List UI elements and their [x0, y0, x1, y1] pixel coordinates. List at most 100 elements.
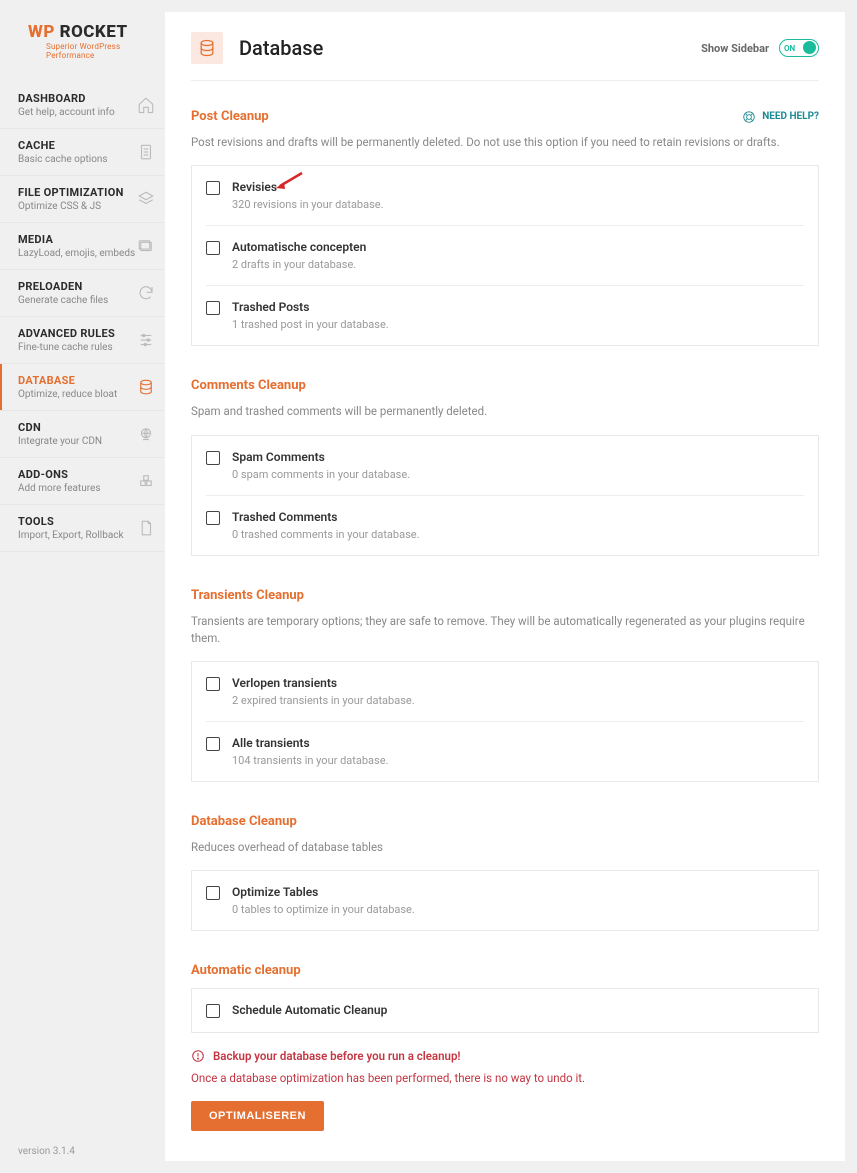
section-transients-cleanup: Transients Cleanup Transients are tempor… [191, 588, 819, 783]
nav-desc: Integrate your CDN [18, 436, 102, 447]
checkbox-auto-concepten[interactable] [206, 241, 220, 255]
database-cleanup-box: Optimize Tables 0 tables to optimize in … [191, 870, 819, 931]
section-database-cleanup: Database Cleanup Reduces overhead of dat… [191, 814, 819, 931]
section-title: Comments Cleanup [191, 378, 306, 393]
nav-desc: Import, Export, Rollback [18, 530, 124, 541]
checkbox-optimize-tables[interactable] [206, 886, 220, 900]
show-sidebar-label: Show Sidebar [701, 42, 769, 55]
checkbox-spam-comments[interactable] [206, 451, 220, 465]
toggle-knob [803, 41, 816, 54]
logo: WP ROCKET Superior WordPress Performance [0, 0, 165, 82]
nav-desc: Generate cache files [18, 295, 108, 306]
nav-title: FILE OPTIMIZATION [18, 186, 124, 199]
nav-tools[interactable]: TOOLS Import, Export, Rollback [0, 505, 165, 552]
help-icon [742, 110, 756, 124]
logo-rocket: ROCKET [55, 22, 128, 42]
nav-cache[interactable]: CACHE Basic cache options [0, 129, 165, 176]
post-cleanup-box: Revisies 320 revisions in your database.… [191, 165, 819, 346]
nav-desc: LazyLoad, emojis, embeds [18, 248, 135, 259]
nav-preloaden[interactable]: PRELOADEN Generate cache files [0, 270, 165, 317]
row-trashed-posts: Trashed Posts 1 trashed post in your dat… [206, 286, 804, 345]
nav-advanced-rules[interactable]: ADVANCED RULES Fine-tune cache rules [0, 317, 165, 364]
nav-title: DASHBOARD [18, 92, 115, 105]
transients-cleanup-box: Verlopen transients 2 expired transients… [191, 661, 819, 782]
row-title: Automatische concepten [232, 240, 366, 254]
nav-desc: Optimize CSS & JS [18, 201, 124, 212]
nav-title: CACHE [18, 139, 108, 152]
images-icon [137, 237, 155, 255]
section-automatic-cleanup: Automatic cleanup Schedule Automatic Cle… [191, 963, 819, 1033]
row-all-transients: Alle transients 104 transients in your d… [206, 722, 804, 781]
section-desc: Reduces overhead of database tables [191, 839, 819, 856]
sidebar: WP ROCKET Superior WordPress Performance… [0, 0, 165, 1173]
nav-database[interactable]: DATABASE Optimize, reduce bloat [0, 364, 165, 411]
warning-subtext: Once a database optimization has been pe… [191, 1071, 819, 1085]
section-desc: Spam and trashed comments will be perman… [191, 403, 819, 420]
section-desc: Post revisions and drafts will be perman… [191, 134, 819, 151]
nav-desc: Optimize, reduce bloat [18, 389, 117, 400]
checkbox-revisies[interactable] [206, 181, 220, 195]
checkbox-trashed-comments[interactable] [206, 511, 220, 525]
row-title: Trashed Posts [232, 300, 389, 314]
section-post-cleanup: Post Cleanup NEED HELP? Post revisions a… [191, 109, 819, 346]
logo-wp: WP [28, 22, 55, 42]
file-icon [137, 519, 155, 537]
puzzle-icon [137, 472, 155, 490]
nav-cdn[interactable]: CDN Integrate your CDN [0, 411, 165, 458]
checkbox-schedule-cleanup[interactable] [206, 1004, 220, 1018]
show-sidebar-toggle[interactable]: ON [779, 39, 819, 57]
toggle-label: ON [784, 44, 795, 53]
need-help-link[interactable]: NEED HELP? [742, 110, 819, 124]
row-title: Verlopen transients [232, 676, 415, 690]
nav-addons[interactable]: ADD-ONS Add more features [0, 458, 165, 505]
row-desc: 104 transients in your database. [232, 754, 388, 767]
checkbox-expired-transients[interactable] [206, 677, 220, 691]
document-icon [137, 143, 155, 161]
row-schedule-cleanup: Schedule Automatic Cleanup [206, 989, 804, 1032]
checkbox-trashed-posts[interactable] [206, 301, 220, 315]
page-title: Database [239, 36, 323, 60]
row-title: Trashed Comments [232, 510, 419, 524]
warning-icon [191, 1049, 205, 1063]
row-title: Revisies [232, 180, 384, 194]
section-title: Transients Cleanup [191, 588, 304, 603]
nav-dashboard[interactable]: DASHBOARD Get help, account info [0, 82, 165, 129]
section-title: Automatic cleanup [191, 963, 301, 978]
section-comments-cleanup: Comments Cleanup Spam and trashed commen… [191, 378, 819, 555]
checkbox-all-transients[interactable] [206, 737, 220, 751]
row-title: Alle transients [232, 736, 388, 750]
nav-desc: Add more features [18, 483, 100, 494]
section-title: Post Cleanup [191, 109, 269, 124]
database-icon [137, 378, 155, 396]
nav: DASHBOARD Get help, account info CACHE B… [0, 82, 165, 552]
row-title: Spam Comments [232, 450, 410, 464]
row-desc: 0 spam comments in your database. [232, 468, 410, 481]
nav-title: MEDIA [18, 233, 135, 246]
nav-title: ADD-ONS [18, 468, 100, 481]
nav-desc: Basic cache options [18, 154, 108, 165]
nav-title: ADVANCED RULES [18, 327, 115, 340]
row-desc: 1 trashed post in your database. [232, 318, 389, 331]
logo-tagline: Superior WordPress Performance [46, 42, 149, 60]
section-desc: Transients are temporary options; they a… [191, 613, 819, 648]
home-icon [137, 96, 155, 114]
nav-media[interactable]: MEDIA LazyLoad, emojis, embeds [0, 223, 165, 270]
page-header: Database Show Sidebar ON [191, 32, 819, 81]
optimize-button[interactable]: OPTIMALISEREN [191, 1101, 324, 1131]
section-title: Database Cleanup [191, 814, 297, 829]
row-desc: 320 revisions in your database. [232, 198, 384, 211]
warning-text: Backup your database before you run a cl… [213, 1049, 461, 1063]
automatic-cleanup-box: Schedule Automatic Cleanup [191, 988, 819, 1033]
nav-file-optimization[interactable]: FILE OPTIMIZATION Optimize CSS & JS [0, 176, 165, 223]
row-desc: 2 drafts in your database. [232, 258, 366, 271]
row-title: Optimize Tables [232, 885, 415, 899]
globe-icon [137, 425, 155, 443]
sliders-icon [137, 331, 155, 349]
refresh-icon [137, 284, 155, 302]
row-auto-concepten: Automatische concepten 2 drafts in your … [206, 226, 804, 286]
main-panel: Database Show Sidebar ON Post Cleanup NE… [165, 12, 845, 1161]
nav-title: CDN [18, 421, 102, 434]
row-revisies: Revisies 320 revisions in your database. [206, 166, 804, 226]
layers-icon [137, 190, 155, 208]
warning-banner: Backup your database before you run a cl… [191, 1049, 819, 1063]
